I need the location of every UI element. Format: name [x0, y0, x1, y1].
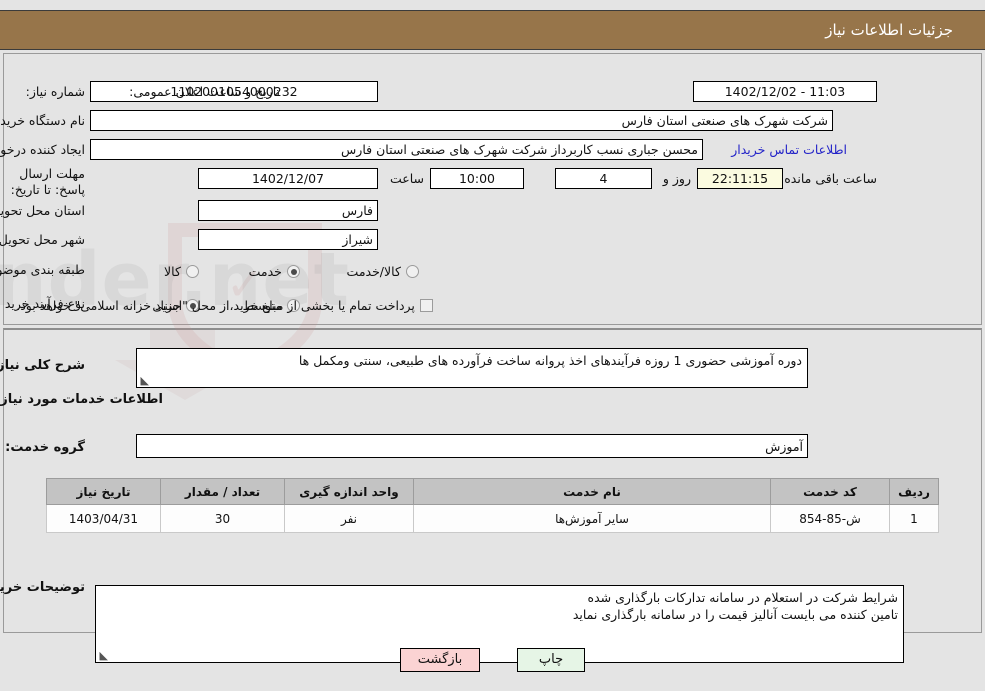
remaining-days: 4	[555, 168, 652, 189]
buyer-comments-line-2: تامین کننده می بایست آنالیز قیمت را در س…	[572, 607, 898, 622]
buyer-comments-textarea[interactable]: شرایط شرکت در استعلام در سامانه تدارکات …	[95, 585, 904, 663]
resize-grip-icon[interactable]: ◣	[98, 650, 108, 661]
city-value: شیراز	[198, 229, 378, 250]
need-number-label: شماره نیاز:	[25, 84, 85, 99]
col-radif: ردیف	[889, 478, 939, 505]
buyer-comments-label: توضیحات خریدار:	[0, 580, 85, 595]
cell-name: سایر آموزش‌ها	[413, 504, 771, 533]
radio-khedmat-icon[interactable]	[287, 265, 300, 278]
buyer-org-label: نام دستگاه خریدار:	[0, 113, 85, 128]
cell-code: ش-85-854	[770, 504, 890, 533]
page-header-bar: جزئیات اطلاعات نیاز	[0, 10, 985, 50]
deadline-hour: 10:00	[430, 168, 524, 189]
creator-value: محسن جباری نسب کاربرداز شرکت شهرک های صن…	[90, 139, 703, 160]
table-header-row: ردیف کد خدمت نام خدمت واحد اندازه گیری ت…	[46, 478, 939, 505]
buyer-org-value: شرکت شهرک های صنعتی استان فارس	[90, 110, 833, 131]
col-quantity: تعداد / مقدار	[160, 478, 285, 505]
cell-unit: نفر	[284, 504, 414, 533]
back-button[interactable]: بازگشت	[400, 648, 480, 672]
print-button[interactable]: چاپ	[517, 648, 585, 672]
need-desc-textarea[interactable]: دوره آموزشی حضوری 1 روزه فرآیندهای اخذ پ…	[136, 348, 808, 388]
announce-label: تاریخ و ساعت اعلان عمومی:	[129, 84, 280, 99]
category-option-kala[interactable]: کالا	[164, 261, 199, 280]
service-group-value[interactable]: آموزش	[136, 434, 808, 458]
category-option-khedmat-label: خدمت	[248, 264, 282, 279]
province-label: استان محل تحویل:	[0, 203, 85, 218]
page-root: ✓ IranTender.net جزئیات اطلاعات نیاز شما…	[0, 0, 985, 691]
buyer-comments-line-1: شرایط شرکت در استعلام در سامانه تدارکات …	[587, 590, 898, 605]
category-label: طبقه بندی موضوعی:	[0, 262, 85, 277]
treasury-note-label: پرداخت تمام یا بخشی از مبلغ خرید،از محل …	[16, 298, 415, 313]
services-table: ردیف کد خدمت نام خدمت واحد اندازه گیری ت…	[46, 478, 939, 533]
services-section-title: اطلاعات خدمات مورد نیاز	[0, 392, 163, 407]
buyer-contact-link[interactable]: اطلاعات تماس خریدار	[731, 142, 847, 157]
province-value: فارس	[198, 200, 378, 221]
announce-value: 11:03 - 1402/12/02	[693, 81, 877, 102]
deadline-hour-label: ساعت	[389, 171, 424, 186]
treasury-note-group[interactable]: پرداخت تمام یا بخشی از مبلغ خرید،از محل …	[16, 295, 433, 314]
col-need-date: تاریخ نیاز	[46, 478, 161, 505]
service-group-label: گروه خدمت:	[5, 440, 85, 455]
radio-kala-icon[interactable]	[186, 265, 199, 278]
treasury-checkbox[interactable]	[420, 299, 433, 312]
category-option-khedmat[interactable]: خدمت	[249, 261, 300, 280]
remaining-suffix: ساعت باقی مانده	[784, 171, 877, 186]
need-desc-label: شرح کلی نیاز:	[0, 358, 85, 373]
resize-grip-icon[interactable]: ◣	[139, 375, 149, 386]
cell-radif: 1	[889, 504, 939, 533]
category-option-kala-label: کالا	[164, 264, 181, 279]
cell-need-date: 1403/04/31	[46, 504, 161, 533]
deadline-date: 1402/12/07	[198, 168, 378, 189]
remaining-days-label: روز و	[662, 171, 691, 186]
need-desc-value: دوره آموزشی حضوری 1 روزه فرآیندهای اخذ پ…	[298, 353, 802, 368]
table-row: 1 ش-85-854 سایر آموزش‌ها نفر 30 1403/04/…	[46, 504, 939, 533]
cell-quantity: 30	[160, 504, 285, 533]
radio-kala-khedmat-icon[interactable]	[406, 265, 419, 278]
category-option-kala-khedmat[interactable]: کالا/خدمت	[347, 261, 419, 280]
col-code: کد خدمت	[770, 478, 890, 505]
city-label: شهر محل تحویل:	[0, 232, 85, 247]
col-name: نام خدمت	[413, 478, 771, 505]
category-option-kala-khedmat-label: کالا/خدمت	[346, 264, 401, 279]
deadline-label: مهلت ارسال پاسخ: تا تاریخ:	[10, 166, 85, 197]
creator-label: ایجاد کننده درخواست:	[0, 142, 85, 157]
col-unit: واحد اندازه گیری	[284, 478, 414, 505]
remaining-timer: 22:11:15	[697, 168, 783, 189]
page-title: جزئیات اطلاعات نیاز	[825, 21, 953, 39]
